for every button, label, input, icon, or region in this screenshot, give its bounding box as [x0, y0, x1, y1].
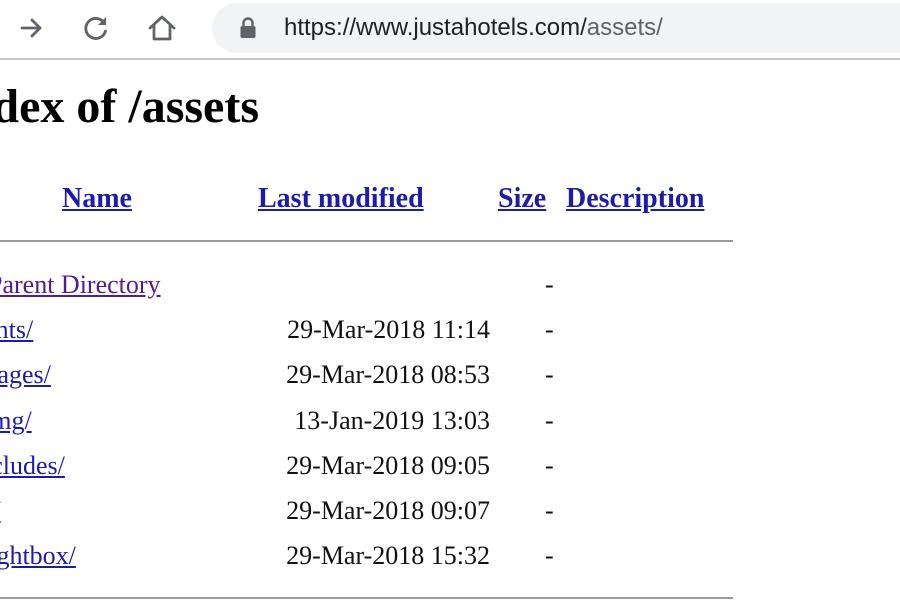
- column-header-description[interactable]: Description: [566, 181, 704, 217]
- table-row: lightbox/29-Mar-2018 15:32 -: [0, 538, 900, 574]
- url-text[interactable]: https://www.justahotels.com/assets/: [284, 13, 663, 43]
- page-title: Index of /assets: [0, 80, 260, 133]
- table-row: Parent Directory -: [0, 267, 900, 303]
- table-row: js/29-Mar-2018 09:07 -: [0, 493, 900, 529]
- lock-icon: [239, 17, 257, 44]
- column-header-last-modified[interactable]: Last modified: [258, 181, 424, 217]
- reload-icon: [82, 14, 110, 42]
- url-path: assets/: [586, 14, 663, 41]
- arrow-right-icon: [19, 15, 45, 41]
- reload-button[interactable]: [76, 8, 116, 48]
- address-bar[interactable]: https://www.justahotels.com/assets/: [212, 3, 900, 53]
- column-header-name[interactable]: Name: [62, 181, 132, 217]
- file-name-link[interactable]: lightbox/: [0, 538, 76, 574]
- last-modified-cell: 29-Mar-2018 11:14: [287, 315, 490, 344]
- size-cell: -: [545, 406, 554, 435]
- size-cell: -: [545, 451, 554, 480]
- file-name-link[interactable]: images/: [0, 357, 51, 393]
- footer-divider: [0, 597, 733, 599]
- url-host: https://www.justahotels.com/: [284, 14, 587, 41]
- file-name-link[interactable]: fonts/: [0, 312, 33, 348]
- last-modified-cell: 29-Mar-2018 15:32: [286, 541, 490, 570]
- size-cell: -: [545, 315, 554, 344]
- home-button[interactable]: [142, 8, 182, 48]
- browser-toolbar: https://www.justahotels.com/assets/: [0, 0, 900, 58]
- last-modified-cell: 29-Mar-2018 09:05: [286, 451, 490, 480]
- last-modified-cell: 29-Mar-2018 09:07: [286, 496, 490, 525]
- table-row: includes/29-Mar-2018 09:05 -: [0, 448, 900, 484]
- header-divider: [0, 240, 733, 242]
- table-row: images/29-Mar-2018 08:53 -: [0, 357, 900, 393]
- column-header-size[interactable]: Size: [498, 181, 546, 217]
- size-cell: -: [545, 496, 554, 525]
- parent-directory-link[interactable]: Parent Directory: [0, 267, 161, 303]
- size-cell: -: [545, 270, 554, 299]
- table-row: fonts/29-Mar-2018 11:14 -: [0, 312, 900, 348]
- page-content: Index of /assets Name Last modified Size…: [0, 60, 900, 600]
- table-row: img/13-Jan-2019 13:03 -: [0, 403, 900, 439]
- size-cell: -: [545, 360, 554, 389]
- file-name-link[interactable]: includes/: [0, 448, 65, 484]
- size-cell: -: [545, 541, 554, 570]
- file-name-link[interactable]: js/: [0, 493, 1, 529]
- file-name-link[interactable]: img/: [0, 403, 32, 439]
- forward-button[interactable]: [12, 8, 52, 48]
- last-modified-cell: 13-Jan-2019 13:03: [294, 406, 490, 435]
- last-modified-cell: 29-Mar-2018 08:53: [286, 360, 490, 389]
- home-icon: [147, 13, 177, 43]
